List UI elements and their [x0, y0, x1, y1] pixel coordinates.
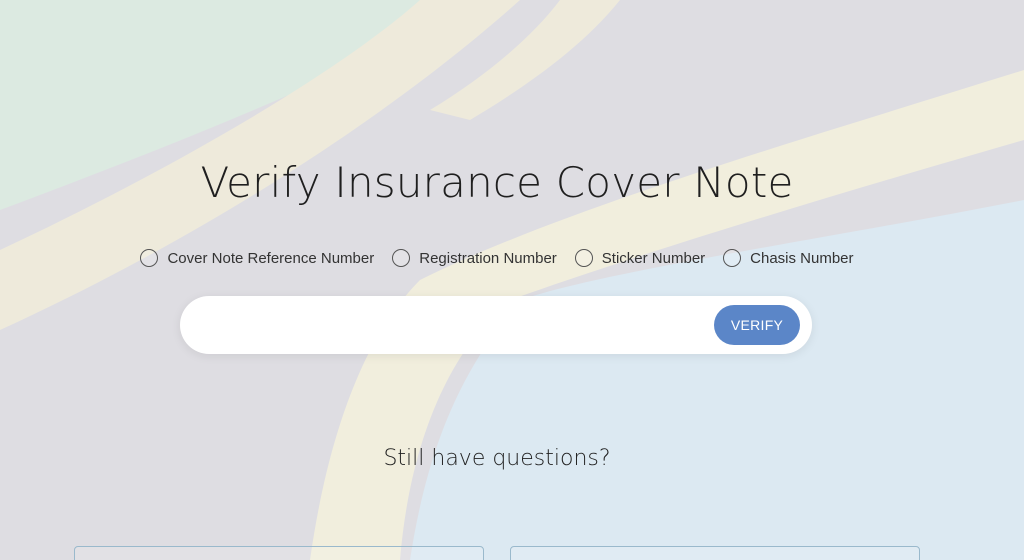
verify-button[interactable]: VERIFY: [714, 305, 800, 345]
page-title: Verify Insurance Cover Note: [200, 158, 794, 207]
option-chasis-number[interactable]: Chasis Number: [723, 249, 854, 267]
option-cover-note-reference[interactable]: Cover Note Reference Number: [140, 249, 374, 267]
option-label: Registration Number: [419, 249, 557, 267]
help-heading: Still have questions?: [383, 446, 611, 471]
option-sticker-number[interactable]: Sticker Number: [574, 249, 706, 267]
search-input[interactable]: [204, 306, 708, 346]
search-type-options: Cover Note Reference Number Registration…: [0, 249, 994, 267]
option-registration-number[interactable]: Registration Number: [392, 249, 557, 267]
radio-unchecked-icon[interactable]: [574, 249, 593, 267]
radio-unchecked-icon[interactable]: [723, 249, 742, 267]
radio-unchecked-icon[interactable]: [140, 249, 159, 267]
option-label: Chasis Number: [750, 249, 854, 267]
option-label: Sticker Number: [601, 249, 706, 267]
help-card-right[interactable]: [510, 546, 920, 560]
help-card-left[interactable]: [74, 546, 484, 560]
background-map: [0, 0, 1024, 560]
option-label: Cover Note Reference Number: [167, 249, 375, 267]
radio-unchecked-icon[interactable]: [392, 249, 411, 267]
search-bar: VERIFY: [180, 296, 812, 354]
